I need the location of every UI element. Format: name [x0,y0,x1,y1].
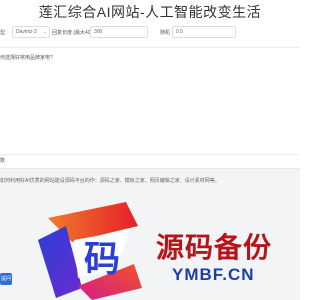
prompt-text: 何选择好常用品牌家电? [0,55,53,61]
temperature-input[interactable]: 0.5 [172,26,236,38]
temperature-label: 随机 [160,30,171,36]
page-title: 莲汇综合AI网站-人工智能改变生活 [38,4,262,20]
max-tokens-value: 300 [94,29,103,35]
temperature-value: 0.5 [176,29,183,35]
answer-text: 如何利用好AI优秀的网站建设源码平台的作：源码之家、模板之家、网页编辑之家、设计… [0,178,220,184]
watermark-domain: YMBF.CN [172,265,255,284]
model-select-value: Davinci-3 [16,29,37,35]
answer-label: 数 [0,158,6,164]
settings-bar: 型 Davinci-3 ⌄ 回复长度 (最大4096) 300 随机 0.5 [0,25,300,39]
prompt-textarea[interactable]: 何选择好常用品牌家电? [0,47,300,155]
watermark-logo-char: 码 [84,239,121,280]
submit-button[interactable]: 提问 [0,273,12,285]
chevron-down-icon: ⌄ [42,29,47,35]
model-label: 型 [0,30,6,36]
max-tokens-input[interactable]: 300 [90,26,148,38]
watermark-brand: 源码备份 [156,231,273,264]
watermark: 码 源码备份 YMBF.CN [38,200,300,300]
model-select[interactable]: Davinci-3 ⌄ [12,26,50,38]
